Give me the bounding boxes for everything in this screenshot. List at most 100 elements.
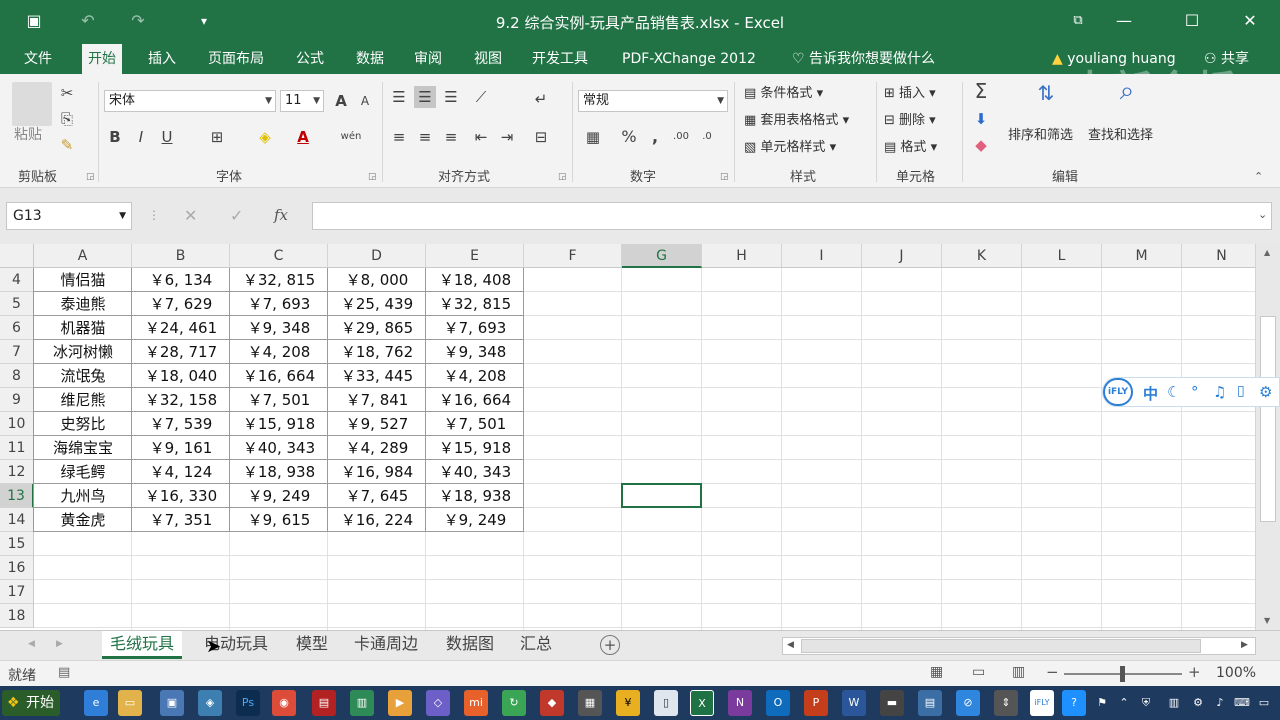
number-launcher-icon[interactable]: ◲ bbox=[720, 172, 729, 182]
column-header[interactable]: C bbox=[230, 244, 328, 268]
explorer-icon[interactable]: ▭ bbox=[118, 690, 142, 716]
tab-review[interactable]: 审阅 bbox=[408, 44, 448, 74]
table-cell[interactable]: ￥15, 918 bbox=[426, 436, 524, 460]
app-doc-icon[interactable]: ▯ bbox=[654, 690, 678, 716]
row-header[interactable]: 11 bbox=[0, 436, 34, 460]
row-header[interactable]: 15 bbox=[0, 532, 34, 556]
phonetic-icon[interactable]: wén bbox=[340, 126, 362, 148]
table-cell[interactable]: ￥4, 289 bbox=[328, 436, 426, 460]
photoshop-icon[interactable]: Ps bbox=[236, 690, 260, 716]
ribbon-display-icon[interactable]: ⧉ bbox=[1058, 6, 1098, 36]
column-header[interactable]: M bbox=[1102, 244, 1182, 268]
app-tray-icon[interactable]: ⚙ bbox=[1186, 690, 1210, 716]
app-orange-icon[interactable]: ▶ bbox=[388, 690, 412, 716]
delete-cells-button[interactable]: ⊟ 删除 ▾ bbox=[884, 109, 936, 128]
align-center-icon[interactable]: ≡ bbox=[414, 126, 436, 148]
bold-button[interactable]: B bbox=[104, 126, 126, 148]
comma-button[interactable]: , bbox=[644, 126, 666, 148]
expand-formula-icon[interactable]: ⌄ bbox=[1258, 208, 1267, 221]
row-header[interactable]: 9 bbox=[0, 388, 34, 412]
row-header[interactable]: 14 bbox=[0, 508, 34, 532]
column-header[interactable]: J bbox=[862, 244, 942, 268]
name-box[interactable]: G13 ▼ bbox=[6, 202, 132, 230]
font-name-select[interactable]: 宋体 ▼ bbox=[104, 90, 276, 112]
enter-icon[interactable]: ✓ bbox=[230, 206, 243, 225]
table-cell[interactable]: ￥29, 865 bbox=[328, 316, 426, 340]
zoom-slider-thumb[interactable] bbox=[1120, 666, 1125, 682]
select-all-corner[interactable] bbox=[0, 244, 34, 268]
row-header[interactable]: 6 bbox=[0, 316, 34, 340]
cell-styles-button[interactable]: ▧ 单元格样式 ▾ bbox=[744, 136, 836, 155]
app-scroll-icon[interactable]: ⇕ bbox=[994, 690, 1018, 716]
vertical-scrollbar[interactable]: ▲ ▼ bbox=[1255, 244, 1280, 630]
column-header[interactable]: E bbox=[426, 244, 524, 268]
page-break-view-icon[interactable]: ▥ bbox=[1012, 664, 1025, 680]
table-cell[interactable] bbox=[34, 580, 132, 604]
computer-icon[interactable]: ▣ bbox=[160, 690, 184, 716]
chrome-icon[interactable]: ◉ bbox=[272, 690, 296, 716]
formula-input[interactable] bbox=[312, 202, 1272, 230]
tab-developer[interactable]: 开发工具 bbox=[526, 44, 594, 74]
table-cell[interactable]: ￥9, 348 bbox=[230, 316, 328, 340]
cut-icon[interactable]: ✂ bbox=[56, 82, 78, 104]
tab-file[interactable]: 文件 bbox=[18, 44, 58, 74]
row-header[interactable]: 7 bbox=[0, 340, 34, 364]
table-cell[interactable] bbox=[230, 580, 328, 604]
column-header[interactable]: B bbox=[132, 244, 230, 268]
table-cell[interactable]: ￥25, 439 bbox=[328, 292, 426, 316]
cancel-icon[interactable]: ✕ bbox=[184, 206, 197, 225]
number-format-select[interactable]: 常规 ▼ bbox=[578, 90, 728, 112]
table-cell[interactable]: ￥40, 343 bbox=[230, 436, 328, 460]
table-cell[interactable]: ￥32, 158 bbox=[132, 388, 230, 412]
table-cell[interactable]: 史努比 bbox=[34, 412, 132, 436]
format-painter-icon[interactable]: ✎ bbox=[56, 134, 78, 156]
table-cell[interactable]: ￥16, 984 bbox=[328, 460, 426, 484]
table-cell[interactable]: 九州鸟 bbox=[34, 484, 132, 508]
align-right-icon[interactable]: ≡ bbox=[440, 126, 462, 148]
row-header[interactable]: 12 bbox=[0, 460, 34, 484]
table-cell[interactable] bbox=[328, 556, 426, 580]
clear-icon[interactable]: ◆ bbox=[970, 134, 992, 156]
tab-formulas[interactable]: 公式 bbox=[290, 44, 330, 74]
moon-icon[interactable]: ☾ bbox=[1167, 383, 1180, 401]
table-cell[interactable]: ￥16, 664 bbox=[426, 388, 524, 412]
table-cell[interactable] bbox=[34, 604, 132, 628]
close-button[interactable]: ✕ bbox=[1230, 6, 1270, 36]
sheet-tab-model[interactable]: 模型 bbox=[288, 631, 336, 659]
table-cell[interactable]: ￥18, 938 bbox=[230, 460, 328, 484]
table-cell[interactable]: ￥18, 762 bbox=[328, 340, 426, 364]
ime-icon[interactable]: ⌨ bbox=[1230, 690, 1254, 716]
autosum-icon[interactable]: Σ bbox=[970, 80, 992, 102]
table-cell[interactable]: ￥16, 330 bbox=[132, 484, 230, 508]
table-cell[interactable]: 情侣猫 bbox=[34, 268, 132, 292]
alignment-launcher-icon[interactable]: ◲ bbox=[558, 172, 567, 182]
insert-cells-button[interactable]: ⊞ 插入 ▾ bbox=[884, 82, 936, 101]
tab-insert[interactable]: 插入 bbox=[142, 44, 182, 74]
table-cell[interactable]: ￥40, 343 bbox=[426, 460, 524, 484]
table-cell[interactable]: ￥4, 208 bbox=[426, 364, 524, 388]
table-cell[interactable] bbox=[132, 556, 230, 580]
row-header[interactable]: 13 bbox=[0, 484, 34, 508]
fill-color-icon[interactable]: ◈ bbox=[254, 126, 276, 148]
app-yellow-icon[interactable]: ¥ bbox=[616, 690, 640, 716]
app-red2-icon[interactable]: ◆ bbox=[540, 690, 564, 716]
decrease-decimal-icon[interactable]: .0 bbox=[696, 126, 718, 148]
table-cell[interactable] bbox=[34, 532, 132, 556]
normal-view-icon[interactable]: ▦ bbox=[930, 664, 943, 680]
punctuation-icon[interactable]: ° bbox=[1191, 383, 1199, 401]
table-cell[interactable]: ￥18, 408 bbox=[426, 268, 524, 292]
copy-icon[interactable]: ⎘ bbox=[56, 108, 78, 130]
merge-center-icon[interactable]: ⊟ bbox=[530, 126, 552, 148]
horizontal-scrollbar[interactable]: ◀ ▶ bbox=[782, 637, 1256, 655]
table-cell[interactable]: ￥6, 134 bbox=[132, 268, 230, 292]
font-launcher-icon[interactable]: ◲ bbox=[368, 172, 377, 182]
scroll-up-icon[interactable]: ▲ bbox=[1264, 248, 1270, 257]
decrease-indent-icon[interactable]: ⇤ bbox=[470, 126, 492, 148]
ifly-toolbar[interactable]: iFLY 中 ☾ ° ♫ ▯ ⚙ bbox=[1102, 377, 1280, 407]
find-select-icon[interactable]: ⌕ bbox=[1110, 78, 1144, 104]
table-cell[interactable] bbox=[328, 580, 426, 604]
scroll-thumb[interactable] bbox=[1260, 316, 1276, 522]
volume-icon[interactable]: ♪ bbox=[1208, 690, 1232, 716]
table-cell[interactable]: ￥4, 208 bbox=[230, 340, 328, 364]
increase-decimal-icon[interactable]: .00 bbox=[670, 126, 692, 148]
